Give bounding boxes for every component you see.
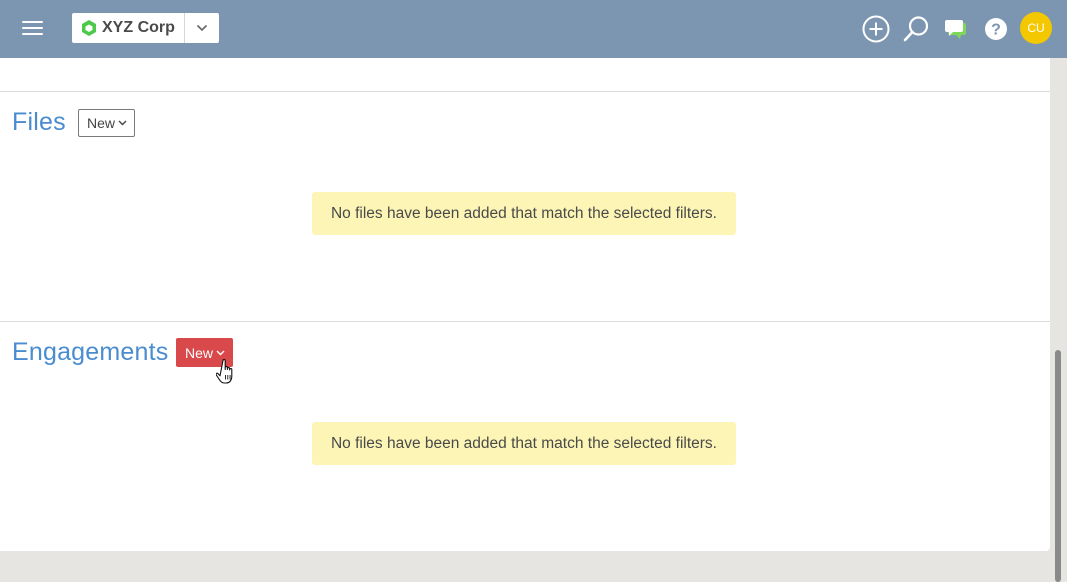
- chevron-down-icon[interactable]: [194, 21, 210, 35]
- chevron-down-icon: [118, 120, 127, 126]
- chat-icon[interactable]: [941, 14, 971, 44]
- selector-divider: [184, 13, 185, 43]
- engagements-empty-notice: No files have been added that match the …: [312, 422, 736, 465]
- scrollbar-thumb[interactable]: [1055, 350, 1061, 582]
- files-empty-notice: No files have been added that match the …: [312, 192, 736, 235]
- content-panel: Files New No files have been added that …: [0, 58, 1050, 551]
- svg-text:?: ?: [991, 22, 1001, 39]
- chevron-down-icon: [216, 350, 225, 356]
- top-navigation-bar: XYZ Corp ? CU: [0, 0, 1067, 58]
- files-new-button[interactable]: New: [78, 109, 136, 137]
- menu-icon[interactable]: [21, 18, 45, 40]
- engagements-section-title: Engagements: [12, 338, 169, 366]
- files-section-title: Files: [12, 108, 66, 136]
- add-circle-icon[interactable]: [861, 14, 891, 44]
- organization-logo-icon: [80, 19, 98, 37]
- organization-selector[interactable]: XYZ Corp: [72, 13, 219, 43]
- files-new-label: New: [87, 115, 116, 131]
- user-avatar[interactable]: CU: [1020, 12, 1052, 44]
- section-divider: [0, 91, 1050, 92]
- engagements-new-label: New: [185, 344, 214, 361]
- hand-pointer-cursor-icon: [215, 358, 238, 386]
- section-divider: [0, 321, 1050, 322]
- vertical-scrollbar[interactable]: [1050, 58, 1067, 582]
- search-icon[interactable]: [901, 14, 931, 44]
- organization-name: XYZ Corp: [102, 19, 175, 36]
- help-icon[interactable]: ?: [981, 14, 1011, 44]
